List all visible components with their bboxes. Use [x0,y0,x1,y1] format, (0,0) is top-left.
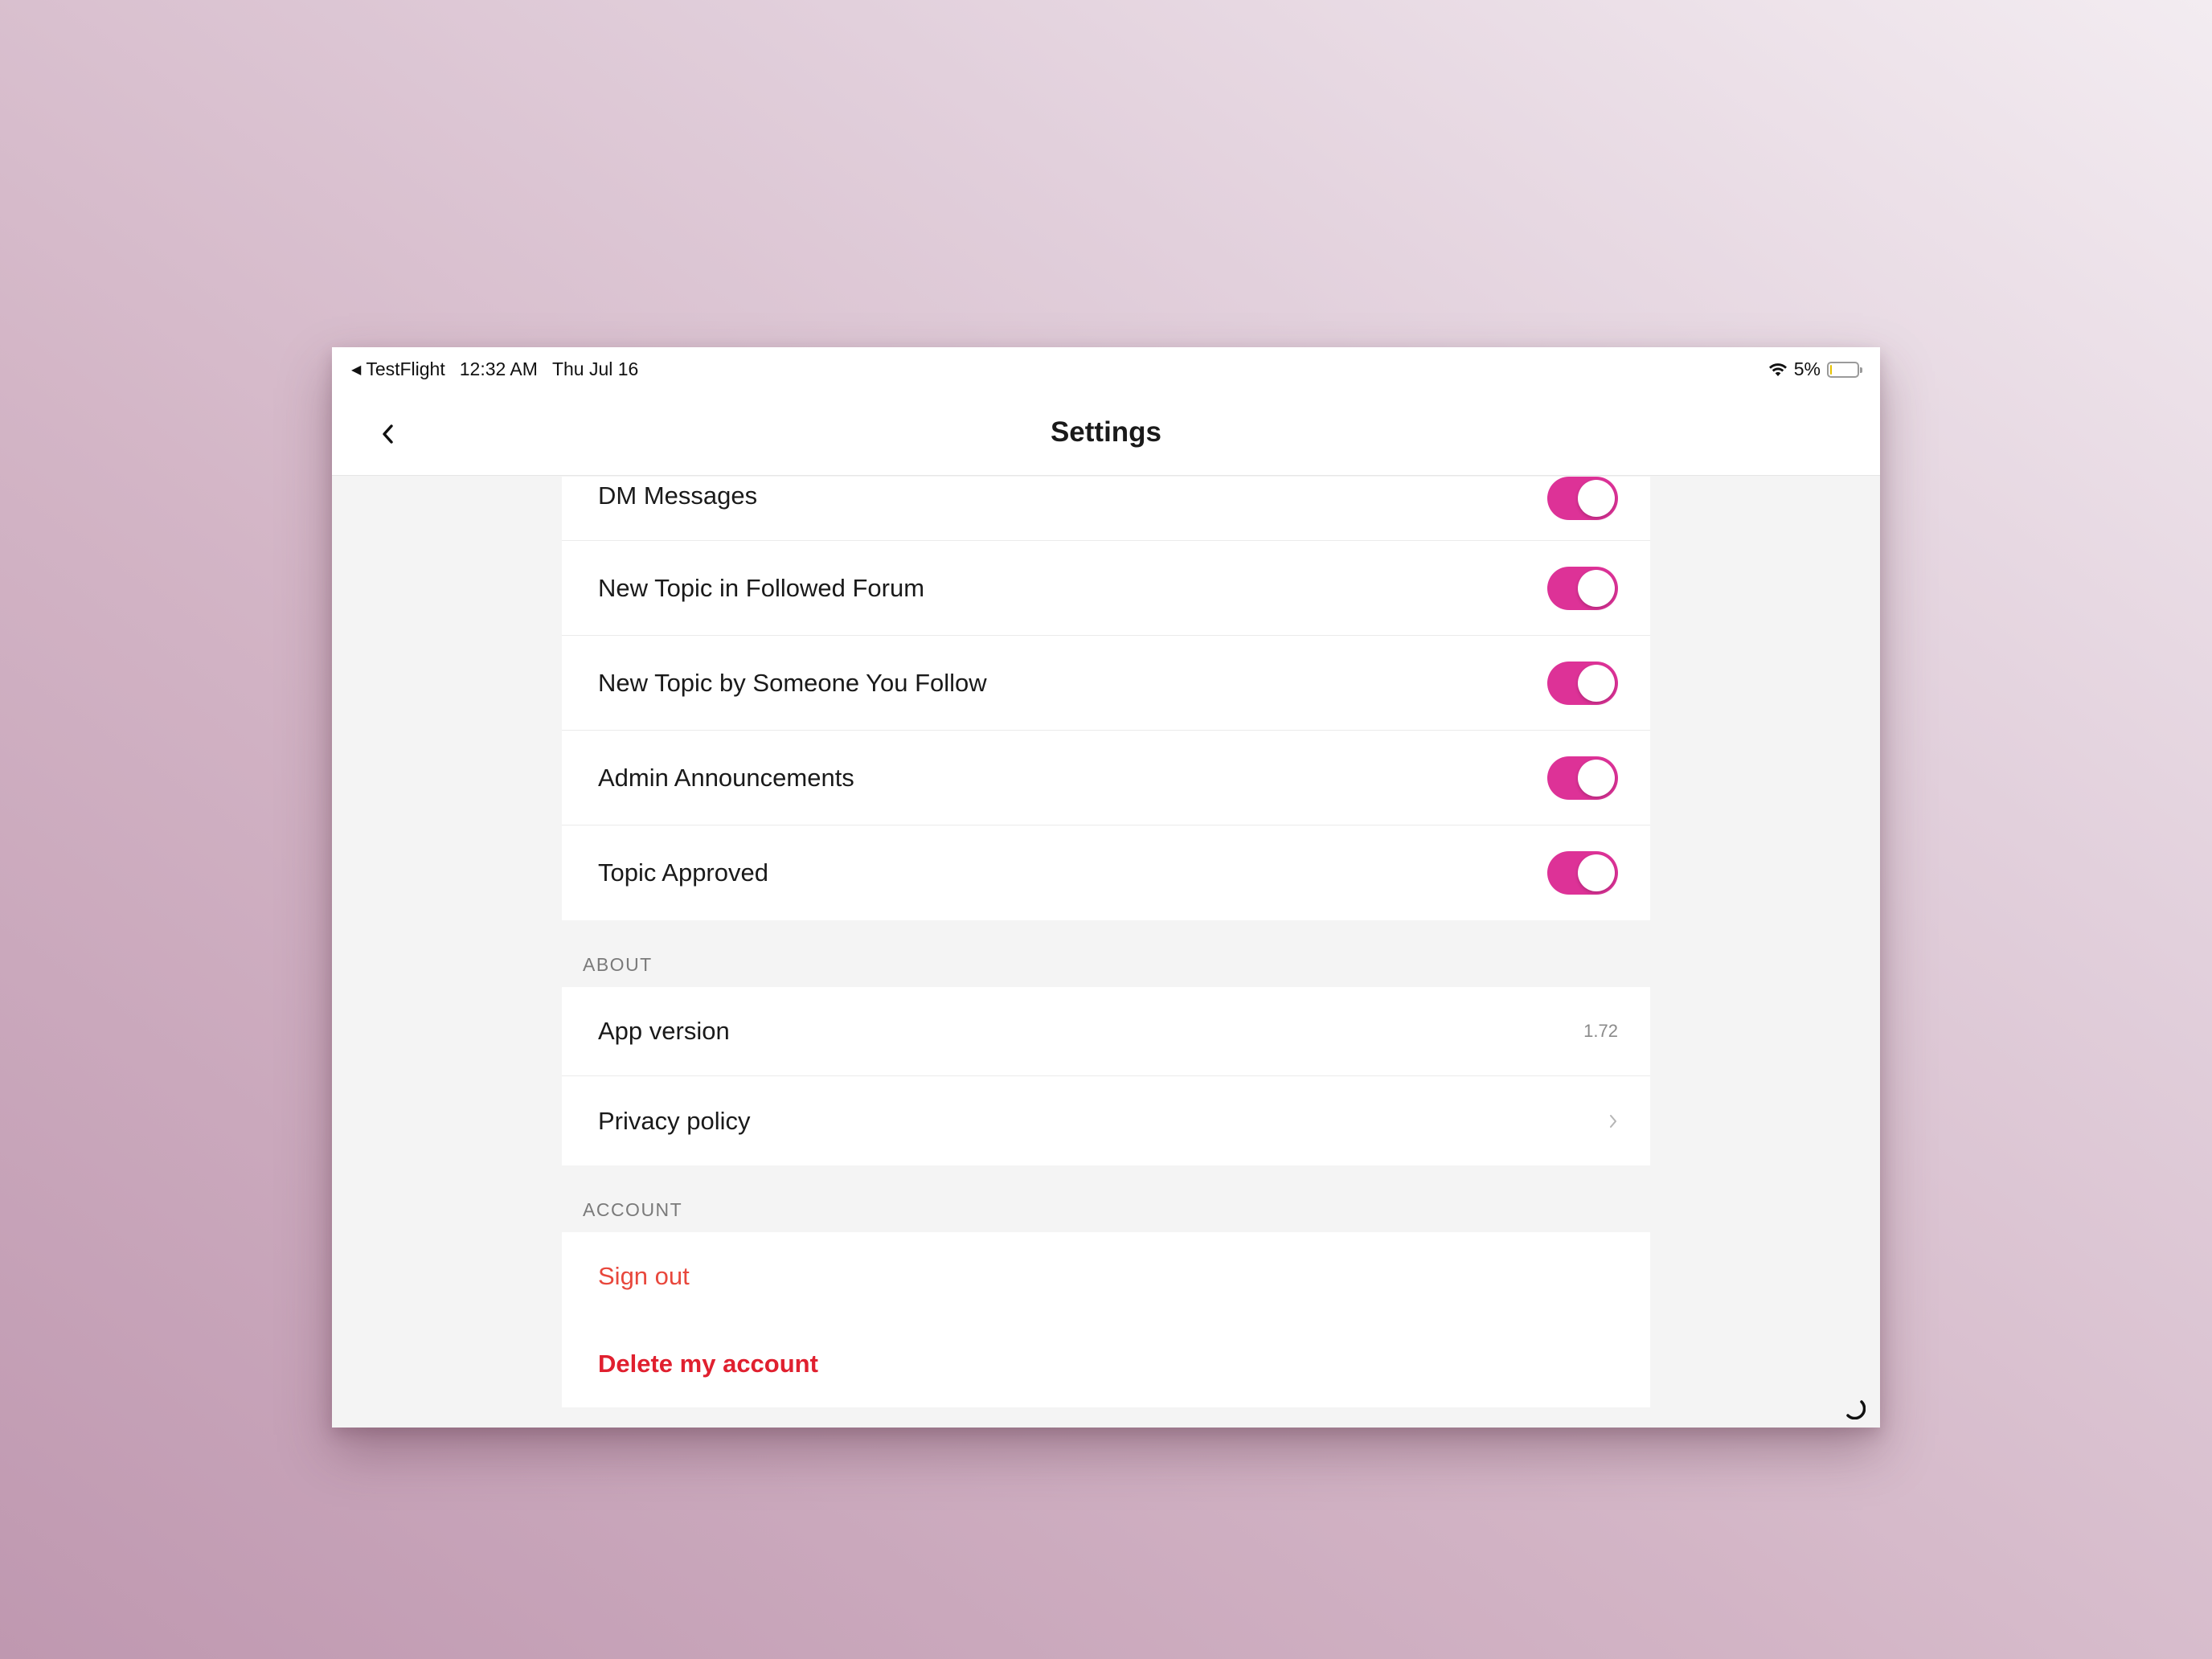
setting-label: Admin Announcements [598,763,854,792]
back-to-app-icon[interactable]: ◀ [351,362,361,378]
account-section-header: ACCOUNT [583,1199,683,1220]
back-to-app-label[interactable]: TestFlight [366,358,444,380]
wifi-icon [1768,363,1787,376]
toggle-knob [1578,480,1615,517]
setting-row-new-topic-by-followed: New Topic by Someone You Follow [562,636,1650,731]
privacy-policy-row[interactable]: Privacy policy [562,1076,1650,1165]
setting-row-new-topic-followed-forum: New Topic in Followed Forum [562,541,1650,636]
setting-label: New Topic by Someone You Follow [598,668,987,697]
status-date: Thu Jul 16 [551,358,639,379]
setting-label: New Topic in Followed Forum [598,573,925,602]
delete-account-button[interactable]: Delete my account [562,1320,1650,1407]
app-window: ◀ TestFlight 12:32 AM Thu Jul 16 5% Sett… [332,347,1880,1428]
privacy-policy-label: Privacy policy [598,1106,751,1135]
setting-row-dm-messages: DM Messages [562,477,1650,541]
account-group: Sign out Delete my account [562,1232,1650,1407]
status-time: 12:32 AM [459,358,538,379]
topic-approved-toggle[interactable] [1547,851,1618,895]
page-title: Settings [1050,416,1162,448]
battery-icon [1827,361,1862,378]
setting-label: DM Messages [598,481,758,510]
about-section-header: ABOUT [583,954,653,975]
toggle-knob [1578,569,1615,607]
chevron-right-icon [1610,1114,1616,1128]
app-version-row: App version 1.72 [562,987,1650,1076]
sign-out-button[interactable]: Sign out [562,1232,1650,1320]
new-topic-by-followed-toggle[interactable] [1547,661,1618,705]
status-bar-left: ◀ TestFlight 12:32 AM Thu Jul 16 [351,358,638,380]
navigation-bar: Settings [332,392,1880,476]
toggle-knob [1578,854,1615,891]
settings-content[interactable]: DM Messages New Topic in Followed Forum … [562,477,1650,1407]
toggle-knob [1578,759,1615,797]
setting-label: Topic Approved [598,858,768,887]
app-version-label: App version [598,1017,730,1045]
toggle-knob [1578,664,1615,702]
battery-level-fill [1830,364,1832,375]
setting-row-admin-announcements: Admin Announcements [562,731,1650,825]
battery-percent: 5% [1793,358,1821,379]
loading-spinner-icon [1846,1400,1866,1419]
app-version-value: 1.72 [1583,1021,1618,1041]
dm-messages-toggle[interactable] [1547,477,1618,520]
new-topic-followed-forum-toggle[interactable] [1547,566,1618,610]
setting-row-topic-approved: Topic Approved [562,825,1650,920]
status-bar: ◀ TestFlight 12:32 AM Thu Jul 16 5% [332,347,1880,392]
status-bar-right: 5% [1768,358,1862,380]
about-group: App version 1.72 Privacy policy [562,987,1650,1165]
notifications-group: DM Messages New Topic in Followed Forum … [562,477,1650,920]
admin-announcements-toggle[interactable] [1547,756,1618,800]
